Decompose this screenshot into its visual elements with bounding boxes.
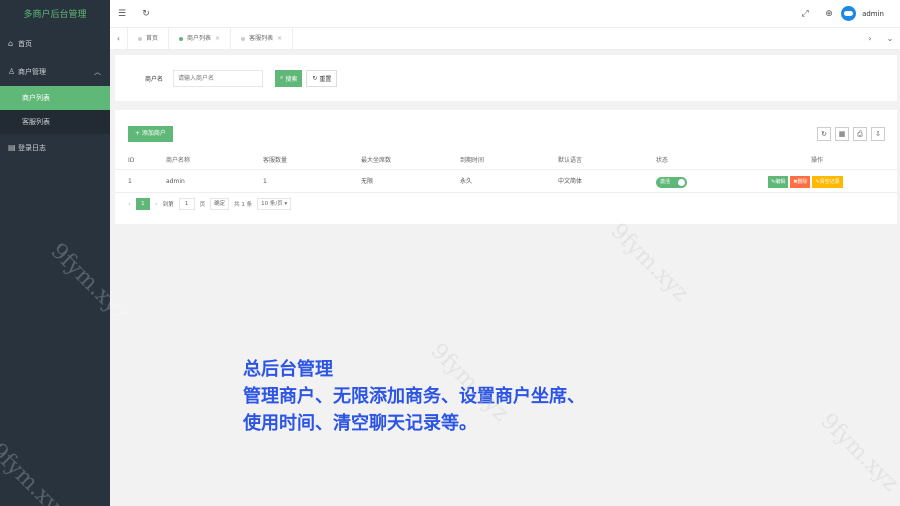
add-merchant-button[interactable]: + 添加商户 [128, 126, 173, 142]
search-panel: 商户名 ⌕ 搜索 ↻ 重置 [115, 55, 897, 101]
table-panel: + 添加商户 ↻ ▦ ⎙ ⇩ ID 商户名称 客服数量 最大坐席数 到期时间 默… [115, 110, 897, 224]
column-header[interactable]: 客服数量 [263, 152, 287, 170]
sidebar-submenu: 商户列表 客服列表 [0, 86, 110, 134]
tab-scroll-left-icon[interactable]: ‹ [110, 27, 128, 50]
tab-scroll-right-icon[interactable]: › [860, 34, 880, 43]
cell-language: 中文简体 [558, 178, 583, 185]
delete-button[interactable]: ✖删除 [790, 176, 811, 188]
search-button-label: 搜索 [285, 75, 298, 83]
chevron-up-icon: ︿ [94, 68, 101, 76]
goto-page-input[interactable]: 1 [178, 198, 195, 210]
tab-dot [179, 36, 184, 41]
page-size-select[interactable]: 10 条/页 ▾ [257, 198, 292, 210]
sidebar-item-home[interactable]: ⌂ 首页 [0, 30, 110, 58]
tab-merchant-list[interactable]: 商户列表 × [169, 27, 232, 50]
search-icon: ⌕ [280, 74, 284, 81]
column-header[interactable]: 商户名称 [166, 152, 190, 170]
tab-label: 首页 [146, 34, 159, 42]
app-logo-title: 多商户后台管理 [23, 10, 87, 20]
row-actions: ✎编辑 ✖删除 ✎清空记录 [768, 176, 843, 188]
chevron-down-icon[interactable]: ⌄ [880, 34, 900, 43]
avatar[interactable] [841, 6, 857, 21]
page-unit-label: 页 [199, 202, 206, 208]
sidebar-item-merchant-list[interactable]: 商户列表 [0, 86, 110, 110]
tab-bar: ‹ 首页 商户列表 × 客服列表 × › ⌄ [110, 27, 900, 50]
tab-home[interactable]: 首页 [128, 27, 170, 50]
home-icon: ⌂ [8, 39, 14, 48]
sidebar-item-login-log[interactable]: ▤ 登录日志 [0, 134, 110, 162]
goto-label: 到第 [162, 202, 174, 208]
columns-icon[interactable]: ▦ [835, 127, 849, 141]
menu-toggle-icon[interactable]: ☰ [110, 9, 134, 19]
cell-id: 1 [128, 178, 132, 185]
refresh-icon: ↻ [312, 74, 318, 82]
cell-name: admin [166, 178, 185, 185]
column-header[interactable]: ID [128, 152, 134, 170]
next-page-icon[interactable]: › [155, 200, 158, 208]
cell-max-seats: 无限 [361, 178, 374, 185]
username[interactable]: admin [862, 10, 884, 18]
column-header[interactable]: 最大坐席数 [361, 152, 391, 170]
column-header[interactable]: 默认语言 [558, 152, 582, 170]
promo-line: 使用时间、清空聊天记录等。 [243, 413, 477, 434]
sidebar-item-label: 登录日志 [18, 144, 46, 152]
edit-button[interactable]: ✎编辑 [768, 176, 789, 188]
export-icon[interactable]: ⇩ [871, 127, 885, 141]
print-icon[interactable]: ⎙ [853, 127, 867, 141]
sidebar-item-label: 商户管理 [18, 68, 46, 76]
refresh-icon[interactable]: ↻ [817, 127, 831, 141]
tab-label: 客服列表 [249, 34, 274, 42]
promo-line: 总后台管理 [243, 359, 333, 380]
watermark: 9fym.xyz [815, 408, 900, 497]
total-count: 共 1 条 [234, 202, 253, 208]
goto-confirm-button[interactable]: 确定 [210, 198, 230, 210]
top-header: ☰ ↻ ⤢ ⊕ admin [110, 0, 900, 28]
watermark: 9fym.xyz [605, 218, 694, 307]
column-header[interactable]: 到期时间 [460, 152, 484, 170]
prev-page-icon[interactable]: ‹ [128, 200, 131, 208]
sidebar-item-label: 首页 [18, 40, 32, 48]
close-icon[interactable]: × [215, 28, 220, 50]
cell-expire: 永久 [460, 178, 473, 185]
fullscreen-icon[interactable]: ⤢ [793, 9, 817, 19]
search-label: 商户名 [145, 75, 164, 83]
log-icon: ▤ [8, 143, 16, 152]
cell-agents: 1 [263, 178, 267, 185]
column-header[interactable]: 操作 [811, 152, 823, 170]
promo-text: 总后台管理 管理商户、无限添加商务、设置商户坐席、 使用时间、清空聊天记录等。 [243, 356, 585, 437]
tab-label: 商户列表 [187, 34, 212, 42]
reset-button-label: 重置 [319, 75, 332, 83]
table-tools: ↻ ▦ ⎙ ⇩ [817, 127, 885, 141]
clear-records-button[interactable]: ✎清空记录 [812, 176, 843, 188]
promo-line: 管理商户、无限添加商务、设置商户坐席、 [243, 386, 585, 407]
merchant-name-input[interactable] [173, 69, 263, 87]
refresh-icon[interactable]: ↻ [134, 9, 158, 19]
tab-agent-list[interactable]: 客服列表 × [231, 27, 294, 50]
current-page[interactable]: 1 [135, 198, 150, 210]
search-button[interactable]: ⌕ 搜索 [275, 69, 303, 87]
column-header[interactable]: 状态 [656, 152, 668, 170]
reset-button[interactable]: ↻ 重置 [306, 69, 338, 87]
tab-dot [138, 36, 142, 41]
sidebar-item-agent-list[interactable]: 客服列表 [0, 110, 110, 134]
table-row: 1 admin 1 无限 永久 中文简体 激活 ✎编辑 ✖删除 ✎清空记录 [115, 171, 897, 193]
sidebar-item-merchant-manage[interactable]: ♙ 商户管理 ︿ [0, 58, 110, 86]
pagination: ‹ 1 › 到第 1 页 确定 共 1 条 10 条/页 ▾ [128, 198, 292, 210]
status-switch[interactable]: 激活 [656, 177, 687, 188]
table-header: ID 商户名称 客服数量 最大坐席数 到期时间 默认语言 状态 操作 [115, 152, 897, 170]
globe-icon[interactable]: ⊕ [817, 9, 841, 19]
close-icon[interactable]: × [277, 28, 282, 50]
user-icon: ♙ [8, 67, 16, 76]
tab-dot [241, 36, 246, 41]
